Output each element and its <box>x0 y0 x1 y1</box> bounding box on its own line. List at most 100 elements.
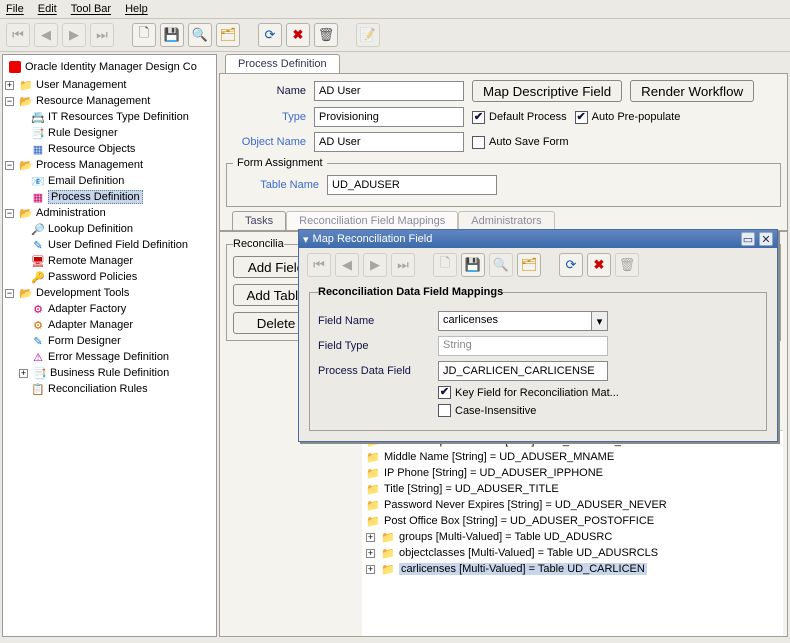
search-icon[interactable]: 🔍 <box>188 23 212 47</box>
rule-icon: 📑 <box>31 126 45 140</box>
key-field-checkbox[interactable]: ✔Key Field for Reconciliation Mat... <box>438 386 619 399</box>
recon-item[interactable]: Title [String] = UD_ADUSER_TITLE <box>384 483 559 495</box>
recon-item[interactable]: groups [Multi-Valued] = Table UD_ADUSRC <box>399 531 612 543</box>
table-name-label: Table Name <box>233 179 319 191</box>
recon-item[interactable]: objectclasses [Multi-Valued] = Table UD_… <box>399 547 658 559</box>
expand-icon[interactable]: + <box>366 565 375 574</box>
new-icon[interactable]: 🗋 <box>132 23 156 47</box>
tree-email-def[interactable]: Email Definition <box>48 175 124 187</box>
recon-item-selected[interactable]: carlicenses [Multi-Valued] = Table UD_CA… <box>399 563 647 575</box>
tree-emd[interactable]: Error Message Definition <box>48 351 169 363</box>
tree-proc-mgmt[interactable]: Process Management <box>36 159 143 171</box>
field-type-value: String <box>438 336 608 356</box>
tree-af[interactable]: Adapter Factory <box>48 303 126 315</box>
pwd-icon: 🔑 <box>31 270 45 284</box>
tree-remote[interactable]: Remote Manager <box>48 255 133 267</box>
assign-icon[interactable]: 🗂 <box>517 253 541 277</box>
dropdown-icon[interactable]: ▾ <box>591 312 607 330</box>
form-designer-icon: ✎ <box>31 334 45 348</box>
delete-icon[interactable]: ✖ <box>587 253 611 277</box>
first-record-icon: ⏮ <box>6 23 30 47</box>
expand-icon[interactable]: + <box>366 533 375 542</box>
recon-mapping-tree[interactable]: 📁Account Expiration Date [Date] = UD_ADU… <box>362 430 783 636</box>
remote-icon: 🖥 <box>31 254 45 268</box>
tab-administrators[interactable]: Administrators <box>458 211 554 230</box>
tree-it-res[interactable]: IT Resources Type Definition <box>48 111 189 123</box>
default-process-checkbox[interactable]: ✔Default Process <box>472 111 567 124</box>
name-input[interactable] <box>314 81 464 101</box>
process-data-field-input[interactable] <box>438 361 608 381</box>
tab-process-definition[interactable]: Process Definition <box>225 54 340 73</box>
recon-item[interactable]: Middle Name [String] = UD_ADUSER_MNAME <box>384 451 614 463</box>
auto-save-checkbox[interactable]: Auto Save Form <box>472 136 568 149</box>
expand-icon[interactable]: + <box>5 81 14 90</box>
tree-res-objs[interactable]: Resource Objects <box>48 143 135 155</box>
prev-record-icon: ◀ <box>335 253 359 277</box>
expand-icon[interactable]: + <box>366 549 375 558</box>
tree-udfd[interactable]: User Defined Field Definition <box>48 239 188 251</box>
recon-legend: Reconcilia <box>233 238 284 250</box>
tree-rr[interactable]: Reconciliation Rules <box>48 383 148 395</box>
folder-icon: 📁 <box>381 546 395 560</box>
menu-help[interactable]: Help <box>125 3 148 15</box>
auto-prepopulate-checkbox[interactable]: ✔Auto Pre-populate <box>575 111 681 124</box>
expand-icon[interactable]: + <box>19 369 28 378</box>
table-name-input[interactable] <box>327 175 497 195</box>
folder-open-icon: 📂 <box>19 286 33 300</box>
type-input[interactable] <box>314 107 464 127</box>
collapse-icon[interactable]: − <box>5 161 14 170</box>
recon-item[interactable]: Password Never Expires [String] = UD_ADU… <box>384 499 667 511</box>
collapse-icon[interactable]: − <box>5 209 14 218</box>
tree-proc-def[interactable]: Process Definition <box>48 190 143 204</box>
save-icon[interactable]: 💾 <box>160 23 184 47</box>
recon-item[interactable]: Post Office Box [String] = UD_ADUSER_POS… <box>384 515 654 527</box>
process-definition-form: Name Map Descriptive Field Render Workfl… <box>219 73 788 231</box>
dialog-min-icon[interactable]: ▭ <box>741 232 755 246</box>
tree-pwd[interactable]: Password Policies <box>48 271 137 283</box>
tab-tasks[interactable]: Tasks <box>232 211 286 230</box>
tree-res-mgmt[interactable]: Resource Management <box>36 95 150 107</box>
tree-user-mgmt[interactable]: User Management <box>36 79 127 91</box>
map-recon-field-dialog: ▾ Map Reconciliation Field ▭ ✕ ⏮ ◀ ▶ ⏭ 🗋… <box>298 229 778 442</box>
tree-lookup[interactable]: Lookup Definition <box>48 223 133 235</box>
dialog-titlebar[interactable]: ▾ Map Reconciliation Field ▭ ✕ <box>299 230 777 248</box>
tree-admin[interactable]: Administration <box>36 207 106 219</box>
next-record-icon: ▶ <box>62 23 86 47</box>
save-icon[interactable]: 💾 <box>461 253 485 277</box>
recon-item[interactable]: IP Phone [String] = UD_ADUSER_IPPHONE <box>384 467 603 479</box>
map-descriptive-button[interactable]: Map Descriptive Field <box>472 80 622 102</box>
field-type-label: Field Type <box>318 340 430 352</box>
tab-recon-mapping[interactable]: Reconciliation Field Mappings <box>286 211 458 230</box>
email-icon: 📧 <box>31 174 45 188</box>
tree-fd[interactable]: Form Designer <box>48 335 121 347</box>
collapse-icon[interactable]: − <box>5 97 14 106</box>
tree-dev[interactable]: Development Tools <box>36 287 129 299</box>
menu-edit[interactable]: Edit <box>38 3 57 15</box>
navigator-tree[interactable]: Oracle Identity Manager Design Co +📁User… <box>2 54 217 637</box>
dialog-close-icon[interactable]: ✕ <box>759 232 773 246</box>
error-icon: ⚠ <box>31 350 45 364</box>
refresh-icon[interactable]: ⟳ <box>258 23 282 47</box>
tree-rule-designer[interactable]: Rule Designer <box>48 127 118 139</box>
folder-icon: 📁 <box>366 466 380 480</box>
notes-icon: 📝 <box>356 23 380 47</box>
tree-am[interactable]: Adapter Manager <box>48 319 133 331</box>
assign-icon[interactable]: 🗂 <box>216 23 240 47</box>
form-assignment-group: Form Assignment Table Name <box>226 157 781 207</box>
menu-toolbar[interactable]: Tool Bar <box>71 3 111 15</box>
process-icon: ▦ <box>31 190 45 204</box>
tree-brd[interactable]: Business Rule Definition <box>50 367 169 379</box>
udfd-icon: ✎ <box>31 238 45 252</box>
field-name-select[interactable]: carlicenses ▾ <box>438 311 608 331</box>
trash-icon[interactable]: 🗑 <box>314 23 338 47</box>
delete-icon[interactable]: ✖ <box>286 23 310 47</box>
folder-open-icon: 📂 <box>19 158 33 172</box>
collapse-icon[interactable]: − <box>5 289 14 298</box>
object-name-input[interactable] <box>314 132 464 152</box>
render-workflow-button[interactable]: Render Workflow <box>630 80 754 102</box>
case-insensitive-checkbox[interactable]: Case-Insensitive <box>438 404 536 417</box>
folder-icon: 📁 <box>381 562 395 576</box>
folder-icon: 📁 <box>366 514 380 528</box>
menu-file[interactable]: File <box>6 3 24 15</box>
refresh-icon[interactable]: ⟳ <box>559 253 583 277</box>
